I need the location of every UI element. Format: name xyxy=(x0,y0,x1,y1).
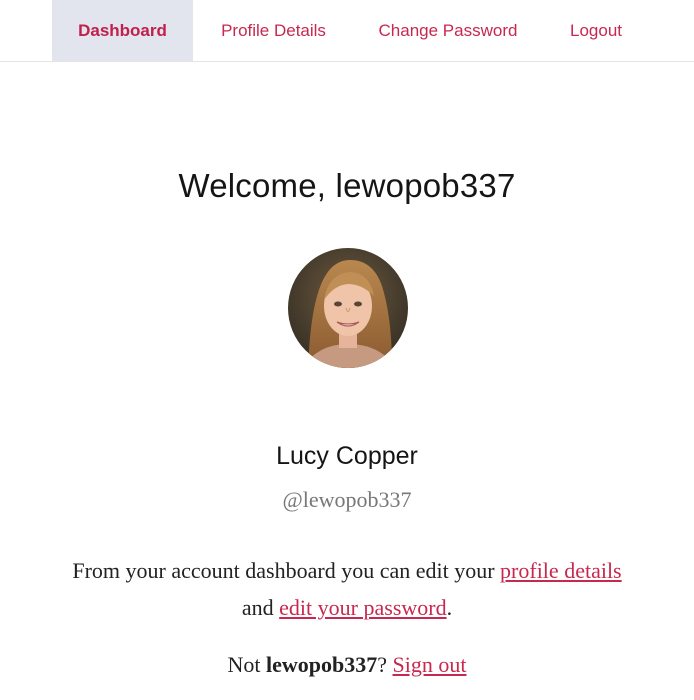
not-question: ? xyxy=(377,652,388,677)
avatar xyxy=(288,248,408,368)
tab-dashboard[interactable]: Dashboard xyxy=(52,0,193,61)
top-navigation: Dashboard Profile Details Change Passwor… xyxy=(0,0,694,62)
intro-suffix: . xyxy=(446,595,453,620)
not-username: lewopob337 xyxy=(266,652,378,677)
not-user-line: Not lewopob337? Sign out xyxy=(0,652,694,678)
avatar-photo-icon xyxy=(288,248,408,368)
user-full-name: Lucy Copper xyxy=(276,442,418,470)
not-prefix: Not xyxy=(227,652,261,677)
user-handle: @lewopob337 xyxy=(282,487,412,512)
intro-middle: and xyxy=(241,595,274,620)
tab-logout[interactable]: Logout xyxy=(548,0,644,61)
sign-out-link[interactable]: Sign out xyxy=(393,652,467,677)
tab-change-password[interactable]: Change Password xyxy=(362,0,534,61)
profile-details-link[interactable]: profile details xyxy=(500,558,622,583)
intro-prefix: From your account dashboard you can edit… xyxy=(72,558,495,583)
dashboard-intro: From your account dashboard you can edit… xyxy=(20,552,674,626)
tab-profile-details[interactable]: Profile Details xyxy=(200,0,347,61)
edit-password-link[interactable]: edit your password xyxy=(279,595,446,620)
welcome-heading: Welcome, lewopob337 xyxy=(178,167,516,204)
